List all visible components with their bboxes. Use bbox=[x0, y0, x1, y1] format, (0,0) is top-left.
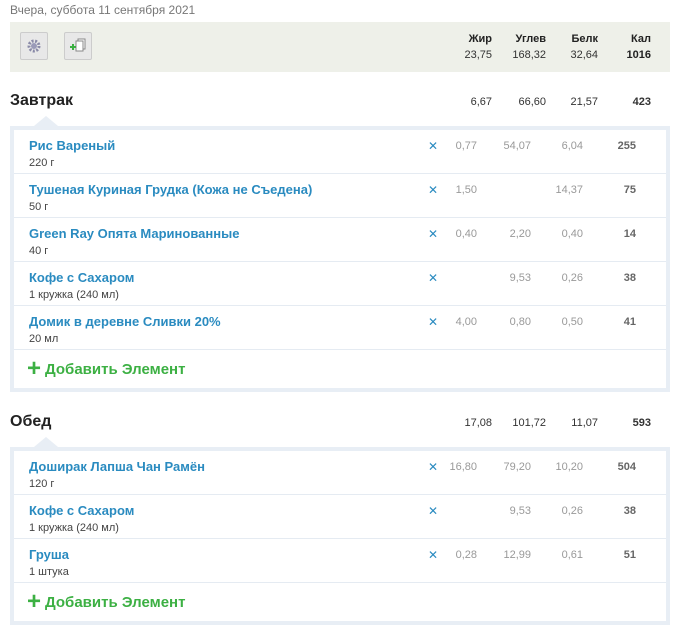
add-item-button[interactable]: + Добавить Элемент bbox=[14, 350, 666, 388]
food-name-link[interactable]: Рис Вареный bbox=[29, 138, 115, 153]
food-quantity: 1 кружка (240 мл) bbox=[29, 289, 119, 301]
header-prot: Белк bbox=[571, 33, 598, 45]
food-kcal: 14 bbox=[623, 228, 636, 240]
food-fat: 0,28 bbox=[455, 549, 477, 561]
food-kcal: 38 bbox=[623, 272, 636, 284]
food-prot: 6,04 bbox=[561, 140, 583, 152]
add-item-label: Добавить Элемент bbox=[45, 593, 186, 611]
food-quantity: 120 г bbox=[29, 478, 55, 490]
copy-meal-button[interactable] bbox=[64, 32, 92, 60]
food-name-link[interactable]: Домик в деревне Сливки 20% bbox=[29, 314, 221, 329]
meal-total-prot: 11,07 bbox=[571, 417, 598, 429]
summary-bar: Жир Углев Белк Кал 23,75 168,32 32,64 10… bbox=[10, 22, 670, 72]
delete-icon[interactable]: ✕ bbox=[428, 504, 438, 518]
food-carb: 54,07 bbox=[503, 140, 531, 152]
food-name-link[interactable]: Тушеная Куриная Грудка (Кожа не Съедена) bbox=[29, 182, 312, 197]
add-copy-icon bbox=[70, 38, 86, 52]
food-row: Рис Вареный 220 г ✕ 0,77 54,07 6,04 255 bbox=[14, 130, 666, 174]
settings-button[interactable] bbox=[20, 32, 48, 60]
food-carb: 2,20 bbox=[509, 228, 531, 240]
header-carb: Углев bbox=[515, 33, 546, 45]
total-kcal: 1016 bbox=[626, 49, 651, 61]
food-name-link[interactable]: Green Ray Опята Маринованные bbox=[29, 226, 239, 241]
food-quantity: 220 г bbox=[29, 157, 55, 169]
date-label: Вчера, суббота 11 сентября 2021 bbox=[10, 3, 196, 17]
food-kcal: 255 bbox=[617, 140, 636, 152]
food-carb: 0,80 bbox=[509, 316, 531, 328]
food-row: Домик в деревне Сливки 20% 20 мл ✕ 4,00 0,… bbox=[14, 306, 666, 350]
header-fat: Жир bbox=[468, 33, 492, 45]
food-row: Груша 1 штука ✕ 0,28 12,99 0,61 51 bbox=[14, 539, 666, 583]
food-carb: 12,99 bbox=[503, 549, 531, 561]
food-prot: 0,61 bbox=[561, 549, 583, 561]
food-fat: 4,00 bbox=[455, 316, 477, 328]
food-fat: 16,80 bbox=[449, 461, 477, 473]
meal-title: Обед bbox=[10, 413, 52, 430]
meal-panel: Рис Вареный 220 г ✕ 0,77 54,07 6,04 255 Туше… bbox=[10, 116, 670, 392]
total-carb: 168,32 bbox=[512, 49, 546, 61]
gear-icon bbox=[27, 39, 41, 53]
food-quantity: 50 г bbox=[29, 201, 49, 213]
food-kcal: 504 bbox=[617, 461, 636, 473]
food-name-link[interactable]: Кофе с Сахаром bbox=[29, 503, 134, 518]
food-kcal: 38 bbox=[623, 505, 636, 517]
food-prot: 0,50 bbox=[561, 316, 583, 328]
panel-pointer bbox=[34, 437, 58, 447]
food-prot: 0,26 bbox=[561, 272, 583, 284]
meal-total-prot: 21,57 bbox=[570, 96, 598, 108]
total-prot: 32,64 bbox=[570, 49, 598, 61]
meal-title: Завтрак bbox=[10, 92, 74, 109]
food-name-link[interactable]: Кофе с Сахаром bbox=[29, 270, 134, 285]
food-row: Доширак Лапша Чан Рамён 120 г ✕ 16,80 79,2… bbox=[14, 451, 666, 495]
food-carb: 79,20 bbox=[503, 461, 531, 473]
meal-total-kcal: 423 bbox=[632, 96, 651, 108]
meal-total-kcal: 593 bbox=[632, 417, 651, 429]
food-kcal: 41 bbox=[623, 316, 636, 328]
header-kcal: Кал bbox=[631, 33, 651, 45]
meal-total-fat: 6,67 bbox=[470, 96, 492, 108]
food-quantity: 20 мл bbox=[29, 333, 59, 345]
meal-total-fat: 17,08 bbox=[464, 417, 492, 429]
food-prot: 0,26 bbox=[561, 505, 583, 517]
food-row: Кофе с Сахаром 1 кружка (240 мл) ✕ 9,53 0,… bbox=[14, 495, 666, 539]
food-row: Green Ray Опята Маринованные 40 г ✕ 0,40 2… bbox=[14, 218, 666, 262]
panel-pointer bbox=[34, 116, 58, 126]
food-carb: 9,53 bbox=[509, 505, 531, 517]
food-row: Тушеная Куриная Грудка (Кожа не Съедена)… bbox=[14, 174, 666, 218]
food-prot: 10,20 bbox=[555, 461, 583, 473]
plus-icon: + bbox=[27, 355, 42, 382]
meal-panel: Доширак Лапша Чан Рамён 120 г ✕ 16,80 79,2… bbox=[10, 437, 670, 625]
food-kcal: 51 bbox=[623, 549, 636, 561]
food-fat: 0,77 bbox=[455, 140, 477, 152]
delete-icon[interactable]: ✕ bbox=[428, 271, 438, 285]
food-carb: 9,53 bbox=[509, 272, 531, 284]
add-item-button[interactable]: + Добавить Элемент bbox=[14, 583, 666, 621]
food-quantity: 40 г bbox=[29, 245, 49, 257]
food-row: Кофе с Сахаром 1 кружка (240 мл) ✕ 9,53 0,… bbox=[14, 262, 666, 306]
food-prot: 14,37 bbox=[555, 184, 583, 196]
food-quantity: 1 штука bbox=[29, 566, 69, 578]
meal-total-carb: 101,72 bbox=[512, 417, 546, 429]
food-fat: 1,50 bbox=[455, 184, 477, 196]
food-prot: 0,40 bbox=[561, 228, 583, 240]
food-kcal: 75 bbox=[623, 184, 636, 196]
plus-icon: + bbox=[27, 588, 42, 615]
food-name-link[interactable]: Доширак Лапша Чан Рамён bbox=[29, 459, 205, 474]
total-fat: 23,75 bbox=[464, 49, 492, 61]
add-item-label: Добавить Элемент bbox=[45, 360, 186, 378]
food-quantity: 1 кружка (240 мл) bbox=[29, 522, 119, 534]
food-fat: 0,40 bbox=[455, 228, 477, 240]
food-name-link[interactable]: Груша bbox=[29, 547, 69, 562]
meal-total-carb: 66,60 bbox=[518, 96, 546, 108]
